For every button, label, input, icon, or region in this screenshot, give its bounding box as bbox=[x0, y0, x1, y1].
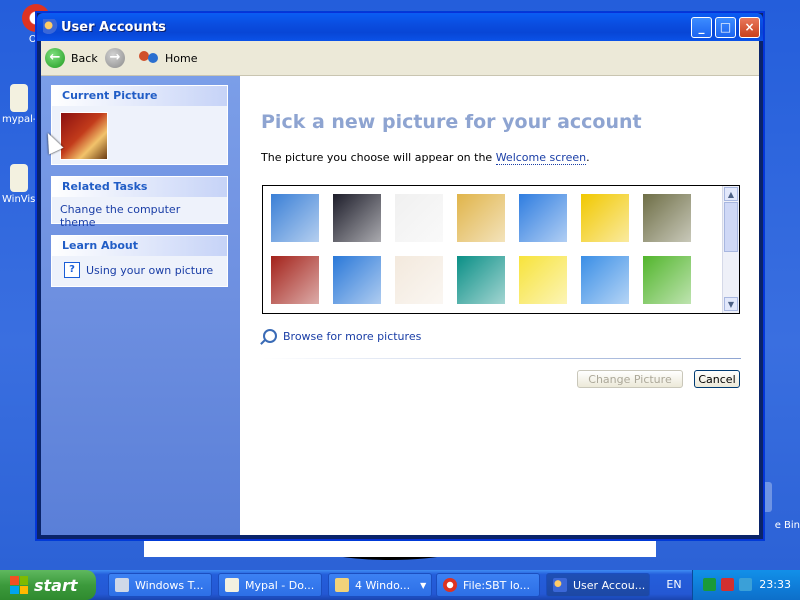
picture-car[interactable] bbox=[581, 194, 629, 242]
title-bar[interactable]: User Accounts _ □ × bbox=[37, 13, 763, 41]
user-accounts-icon bbox=[43, 19, 59, 35]
close-button[interactable]: × bbox=[739, 17, 760, 38]
description-text: The picture you choose will appear on th… bbox=[261, 151, 590, 165]
task-label: Windows T... bbox=[135, 578, 204, 592]
change-picture-button[interactable]: Change Picture bbox=[577, 370, 683, 388]
task-label: User Accou... bbox=[573, 578, 646, 592]
desktop-icon-recycle-bin[interactable]: e Bin bbox=[752, 482, 800, 531]
toolbar: ← Back → Home bbox=[41, 41, 759, 76]
content-area: Current Picture Related Tasks Change the… bbox=[41, 76, 759, 535]
picture-frog[interactable] bbox=[643, 256, 691, 304]
picture-beach-chair[interactable] bbox=[457, 194, 505, 242]
picture-drip[interactable] bbox=[457, 256, 505, 304]
picture-fish[interactable] bbox=[581, 256, 629, 304]
home-button[interactable]: Home bbox=[139, 47, 197, 69]
forward-arrow-icon: → bbox=[105, 48, 125, 68]
user-accounts-icon bbox=[553, 578, 567, 592]
taskbar: start Windows T... Mypal - Do... 4 Windo… bbox=[0, 570, 800, 600]
learn-about-heading: Learn About bbox=[52, 236, 227, 256]
wallpaper-band bbox=[144, 538, 656, 557]
task-windows-explorer-group[interactable]: 4 Windo... ▼ bbox=[328, 573, 432, 597]
task-label: Mypal - Do... bbox=[245, 578, 315, 592]
desktop-icon-label: mypal- bbox=[2, 114, 37, 125]
home-label: Home bbox=[165, 51, 198, 65]
opera-icon bbox=[443, 578, 457, 592]
picture-list-scrollbar[interactable]: ▲ ▼ bbox=[722, 186, 739, 313]
system-tray: 23:33 bbox=[692, 570, 800, 600]
minimize-button[interactable]: _ bbox=[691, 17, 712, 38]
computer-icon bbox=[115, 578, 129, 592]
picture-astronaut[interactable] bbox=[333, 194, 381, 242]
back-button[interactable]: ← Back bbox=[45, 47, 98, 69]
chevron-down-icon: ▼ bbox=[420, 580, 427, 590]
desktop-icon-label: WinVis bbox=[2, 194, 36, 205]
shield-icon[interactable] bbox=[721, 578, 734, 591]
document-icon bbox=[225, 578, 239, 592]
help-icon: ? bbox=[64, 262, 80, 278]
task-mypal[interactable]: Mypal - Do... bbox=[218, 573, 322, 597]
browse-more-pictures-link[interactable]: Browse for more pictures bbox=[263, 329, 421, 343]
magnifier-icon bbox=[263, 329, 277, 343]
clock: 23:33 bbox=[759, 578, 791, 591]
scroll-down-arrow-icon[interactable]: ▼ bbox=[724, 297, 738, 311]
task-windows-task[interactable]: Windows T... bbox=[108, 573, 212, 597]
picture-butterfly[interactable] bbox=[519, 194, 567, 242]
folder-icon bbox=[335, 578, 349, 592]
task-file-sbt[interactable]: File:SBT lo... bbox=[436, 573, 540, 597]
picture-duck[interactable] bbox=[519, 256, 567, 304]
network-icon[interactable] bbox=[739, 578, 752, 591]
cancel-button[interactable]: Cancel bbox=[694, 370, 740, 388]
back-arrow-icon: ← bbox=[45, 48, 65, 68]
current-picture-chess bbox=[60, 112, 108, 160]
desktop-icon-mypal[interactable]: mypal- bbox=[2, 84, 37, 125]
document-icon bbox=[9, 164, 28, 192]
task-label: File:SBT lo... bbox=[463, 578, 530, 592]
task-user-accounts[interactable]: User Accou... bbox=[546, 573, 650, 597]
browse-label: Browse for more pictures bbox=[283, 329, 422, 343]
page-title: Pick a new picture for your account bbox=[261, 111, 642, 133]
picture-owl[interactable] bbox=[643, 194, 691, 242]
start-label: start bbox=[34, 575, 78, 595]
maximize-button[interactable]: □ bbox=[715, 17, 736, 38]
using-your-own-picture-link[interactable]: ? Using your own picture bbox=[60, 262, 219, 278]
desktop-icon-winvis[interactable]: WinVis bbox=[2, 164, 35, 205]
language-indicator[interactable]: EN bbox=[656, 570, 692, 600]
current-picture-panel: Current Picture bbox=[51, 85, 228, 165]
start-button[interactable]: start bbox=[0, 570, 96, 600]
picture-airplane[interactable] bbox=[271, 194, 319, 242]
windows-logo-icon bbox=[10, 576, 28, 594]
task-pane: Current Picture Related Tasks Change the… bbox=[41, 76, 240, 535]
task-label: 4 Windo... bbox=[355, 578, 411, 592]
user-accounts-window: User Accounts _ □ × ← Back → Home Curren… bbox=[36, 12, 764, 540]
window-title: User Accounts bbox=[61, 20, 166, 35]
users-icon bbox=[139, 49, 161, 67]
change-computer-theme-link[interactable]: Change the computer theme bbox=[60, 203, 219, 229]
divider bbox=[263, 358, 741, 359]
picture-chess[interactable] bbox=[271, 256, 319, 304]
picture-dirt-bike[interactable] bbox=[333, 256, 381, 304]
desktop-icon-label: e Bin bbox=[774, 520, 800, 531]
scroll-thumb[interactable] bbox=[724, 202, 738, 252]
related-tasks-panel: Related Tasks Change the computer theme bbox=[51, 176, 228, 229]
picture-dog[interactable] bbox=[395, 256, 443, 304]
forward-button[interactable]: → bbox=[105, 47, 131, 69]
picture-list[interactable]: ▲ ▼ bbox=[262, 185, 740, 314]
current-picture-heading: Current Picture bbox=[52, 86, 227, 106]
welcome-screen-link[interactable]: Welcome screen bbox=[495, 151, 587, 165]
help-link-label: Using your own picture bbox=[86, 263, 214, 277]
back-label: Back bbox=[71, 51, 98, 65]
security-center-icon[interactable] bbox=[703, 578, 716, 591]
document-icon bbox=[10, 84, 29, 112]
learn-about-panel: Learn About ? Using your own picture bbox=[51, 235, 228, 287]
related-tasks-heading: Related Tasks bbox=[52, 177, 227, 197]
scroll-up-arrow-icon[interactable]: ▲ bbox=[724, 187, 738, 201]
picture-soccer-ball[interactable] bbox=[395, 194, 443, 242]
